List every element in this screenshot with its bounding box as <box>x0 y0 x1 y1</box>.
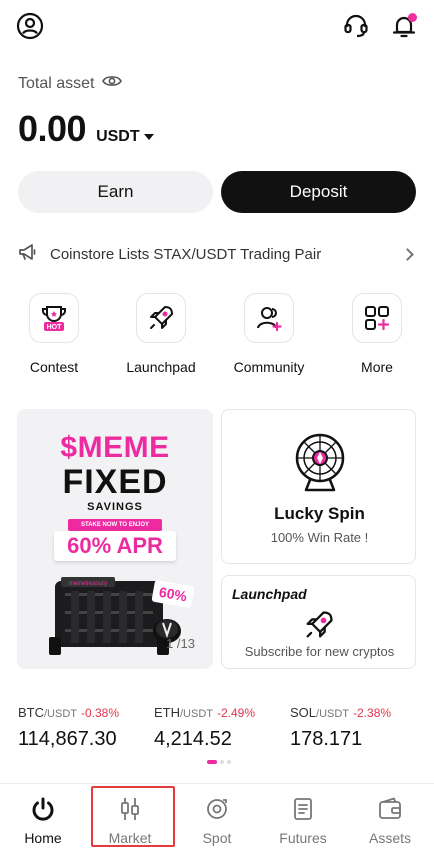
nav-spot[interactable]: Spot <box>177 784 257 848</box>
futures-icon <box>294 798 312 820</box>
launchpad-card-title: Launchpad <box>232 586 307 602</box>
nav-label: Home <box>24 830 62 846</box>
total-asset-value: 0.00 <box>18 108 87 149</box>
ticker-eth[interactable]: ETH/USDT -2.49% 4,214.52 <box>154 704 255 751</box>
shortcut-label: Community <box>233 359 305 375</box>
caret-down-icon <box>143 134 154 140</box>
spot-icon <box>207 799 227 819</box>
nav-label: Futures <box>279 830 327 846</box>
home-power-icon <box>32 797 54 821</box>
pagination-dot <box>227 760 231 764</box>
total-asset-label: Total asset <box>18 74 95 92</box>
lucky-wheel-icon <box>295 433 345 492</box>
rocket-icon <box>306 611 333 638</box>
nav-home[interactable]: Home <box>3 784 83 848</box>
nav-label: Market <box>108 830 152 846</box>
ticker-quote: /USDT <box>180 708 213 720</box>
ticker-btc[interactable]: BTC/USDT -0.38% 114,867.30 <box>18 704 119 751</box>
bell-icon[interactable] <box>388 10 420 42</box>
promo-title-fixed: FIXED <box>62 463 168 501</box>
shortcut-community[interactable]: Community <box>224 293 314 375</box>
pagination-dot-active <box>207 760 217 764</box>
ticker-change: -0.38% <box>81 706 120 720</box>
wallet-icon <box>379 797 401 819</box>
nav-label: Spot <box>202 830 232 846</box>
ticker-price: 114,867.30 <box>18 728 117 750</box>
shortcut-launchpad[interactable]: Launchpad <box>116 293 206 375</box>
headset-icon[interactable] <box>340 10 372 42</box>
shortcut-label: More <box>361 359 393 375</box>
ticker-price: 4,214.52 <box>154 728 232 750</box>
total-asset-header: Total asset <box>18 74 123 93</box>
notification-dot <box>408 13 417 22</box>
trophy-icon: HOT <box>29 293 79 343</box>
shortcut-more[interactable]: More <box>332 293 422 375</box>
promo-stake-tag: STAKE NOW TO ENJOY <box>68 519 162 531</box>
ticker-base: ETH <box>154 705 180 720</box>
earn-button[interactable]: Earn <box>18 171 213 213</box>
grid-plus-icon <box>352 293 402 343</box>
ticker-quote: /USDT <box>316 708 350 720</box>
action-buttons: Earn Deposit <box>18 171 416 213</box>
pagination-dot <box>220 760 224 764</box>
community-icon <box>244 293 294 343</box>
shortcut-label: Launchpad <box>126 359 196 375</box>
launchpad-card-subtitle: Subscribe for new cryptos <box>244 644 395 659</box>
announcement-bar[interactable]: Coinstore Lists STAX/USDT Trading Pair <box>18 238 416 270</box>
total-asset-value-row: 0.00 USDT <box>18 108 154 150</box>
nav-assets[interactable]: Assets <box>350 784 430 848</box>
shortcut-contest[interactable]: HOT Contest <box>9 293 99 375</box>
ticker-strip: BTC/USDT -0.38% 114,867.30 ETH/USDT -2.49%… <box>0 704 434 754</box>
shortcut-label: Contest <box>29 359 79 375</box>
top-bar <box>0 0 434 56</box>
nav-futures[interactable]: Futures <box>263 784 343 848</box>
ticker-change: -2.38% <box>353 706 392 720</box>
promo-apr: 60% APR <box>54 531 176 561</box>
treasury-brand-text: memetreasury <box>69 581 107 587</box>
ticker-base: BTC <box>18 705 44 720</box>
shortcut-grid: HOT Contest Launchpad Community More <box>0 293 434 383</box>
candlestick-icon <box>121 798 139 820</box>
hot-badge: HOT <box>47 324 63 331</box>
currency-label: USDT <box>96 128 140 145</box>
megaphone-icon <box>18 243 38 266</box>
promo-banner[interactable]: $MEME FIXED SAVINGS STAKE NOW TO ENJOY 6… <box>17 409 213 669</box>
lucky-spin-title: Lucky Spin <box>274 504 365 523</box>
lucky-spin-card[interactable]: Lucky Spin 100% Win Rate ! <box>221 409 416 564</box>
announcement-text: Coinstore Lists STAX/USDT Trading Pair <box>50 245 322 263</box>
launchpad-card[interactable]: Launchpad Subscribe for new cryptos <box>221 575 416 669</box>
nav-label: Assets <box>368 830 411 846</box>
rocket-icon <box>136 293 186 343</box>
profile-icon[interactable] <box>14 10 46 42</box>
chevron-right-icon <box>401 247 414 261</box>
lucky-spin-subtitle: 100% Win Rate ! <box>270 530 369 545</box>
ticker-price: 178.171 <box>290 728 363 750</box>
ticker-change: -2.49% <box>217 706 256 720</box>
currency-selector[interactable]: USDT <box>96 128 154 146</box>
promo-title-meme: $MEME <box>60 431 170 464</box>
ticker-base: SOL <box>290 705 317 720</box>
promo-page-indicator: 1 /13 <box>166 636 195 651</box>
ticker-sol[interactable]: SOL/USDT -2.38% 178.171 <box>290 704 391 751</box>
nav-market[interactable]: Market <box>90 784 170 848</box>
ticker-pagination <box>207 760 231 764</box>
bottom-nav: Home Market Spot Futures Assets <box>0 783 434 856</box>
promo-title-savings: SAVINGS <box>87 501 143 513</box>
ticker-quote: /USDT <box>44 708 77 720</box>
deposit-button[interactable]: Deposit <box>221 171 416 213</box>
eye-icon[interactable] <box>102 74 123 93</box>
